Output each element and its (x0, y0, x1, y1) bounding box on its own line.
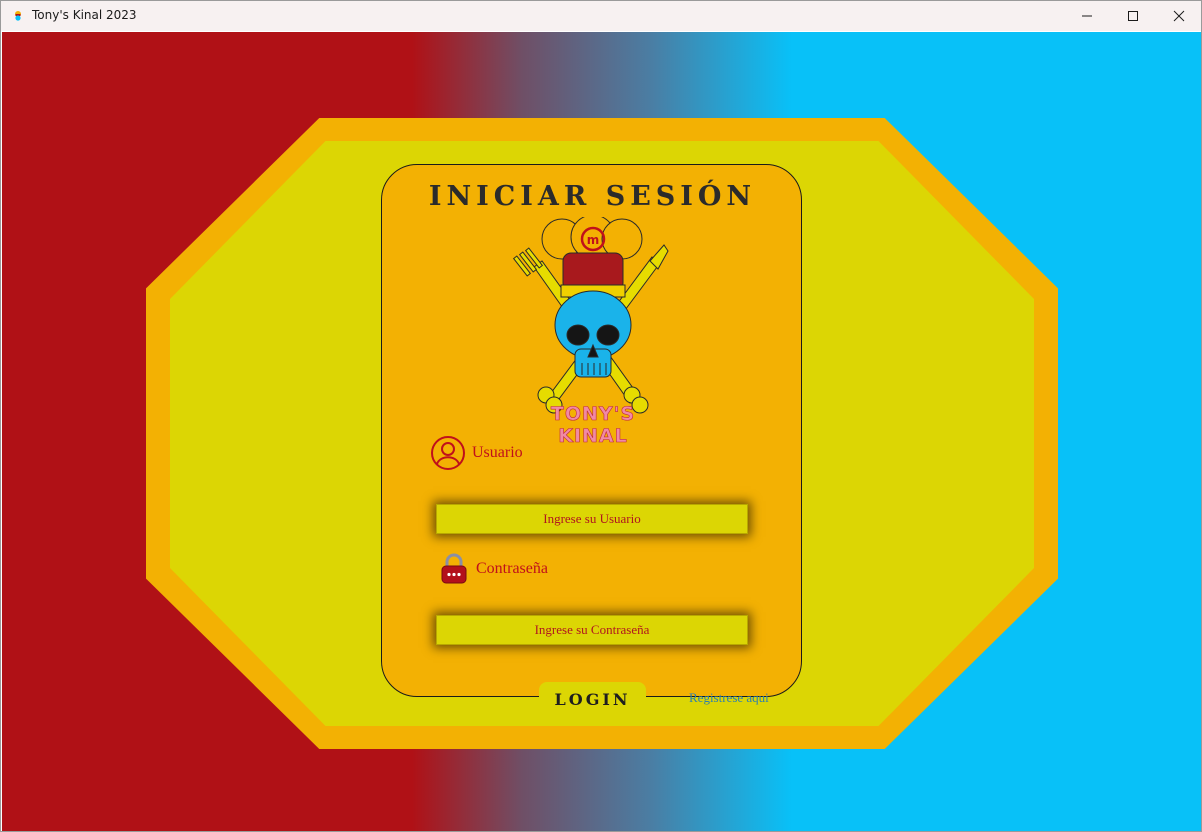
login-card: Iniciar Sesión (381, 164, 802, 716)
logo-wordmark: TONY'S KINAL (550, 403, 636, 448)
svg-text:m: m (587, 233, 600, 247)
user-icon (431, 436, 465, 470)
minimize-icon (1082, 15, 1092, 17)
login-title: Iniciar Sesión (428, 181, 757, 212)
app-window: Tony's Kinal 2023 Iniciar Sesión (0, 0, 1202, 832)
username-label: Usuario (472, 444, 523, 461)
window-title: Tony's Kinal 2023 (32, 8, 137, 22)
register-link[interactable]: Registrese aqui (689, 690, 769, 706)
close-icon (1173, 10, 1185, 22)
minimize-button[interactable] (1064, 1, 1110, 31)
app-logo-icon (15, 11, 21, 21)
maximize-button[interactable] (1110, 1, 1156, 31)
username-label-row: Usuario (430, 435, 523, 471)
password-input[interactable] (436, 615, 748, 645)
skull-chef-logo: m (512, 217, 669, 414)
password-label: Contraseña (476, 560, 548, 577)
title-bar[interactable]: Tony's Kinal 2023 (1, 1, 1201, 31)
username-input[interactable] (436, 504, 748, 534)
login-button[interactable]: Login (539, 682, 646, 716)
login-background: Iniciar Sesión (2, 32, 1201, 831)
password-label-row: Contraseña (440, 553, 548, 585)
close-button[interactable] (1156, 1, 1201, 31)
maximize-icon (1128, 11, 1138, 21)
lock-icon (441, 553, 467, 584)
